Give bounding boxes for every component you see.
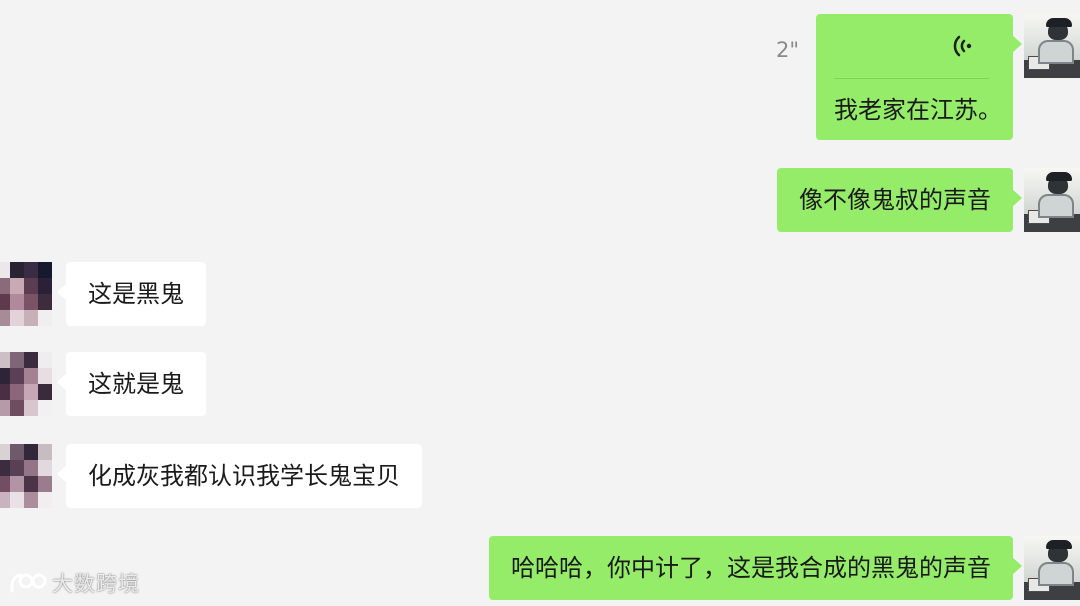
voice-duration: 2" [776, 38, 800, 62]
brand-logo-icon [10, 573, 47, 593]
avatar-self[interactable] [1024, 168, 1080, 232]
watermark: 大数跨境 [8, 568, 140, 598]
message-bubble-incoming[interactable]: 这是黑鬼 [57, 262, 206, 326]
avatar-other[interactable] [0, 352, 52, 416]
avatar-other[interactable] [0, 444, 52, 508]
voice-transcript-text: 我老家在江苏。 [834, 96, 1002, 124]
voice-message-bubble[interactable]: 我老家在江苏。 [816, 14, 1022, 140]
avatar-self[interactable] [1024, 14, 1080, 78]
watermark-text: 大数跨境 [52, 572, 140, 596]
message-text: 这就是鬼 [88, 370, 184, 398]
avatar-self[interactable] [1024, 536, 1080, 600]
message-bubble-incoming[interactable]: 化成灰我都认识我学长鬼宝贝 [57, 444, 422, 508]
voice-wave-icon [953, 35, 972, 57]
message-bubble-outgoing[interactable]: 像不像鬼叔的声音 [777, 168, 1022, 232]
message-text: 像不像鬼叔的声音 [799, 186, 991, 214]
message-text: 哈哈哈，你中计了，这是我合成的黑鬼的声音 [511, 554, 991, 582]
message-text: 这是黑鬼 [88, 280, 184, 308]
message-bubble-incoming[interactable]: 这就是鬼 [57, 352, 206, 416]
avatar-other[interactable] [0, 262, 52, 326]
message-text: 化成灰我都认识我学长鬼宝贝 [88, 462, 400, 490]
voice-transcript-divider [834, 78, 989, 79]
message-bubble-outgoing[interactable]: 哈哈哈，你中计了，这是我合成的黑鬼的声音 [489, 536, 1022, 600]
